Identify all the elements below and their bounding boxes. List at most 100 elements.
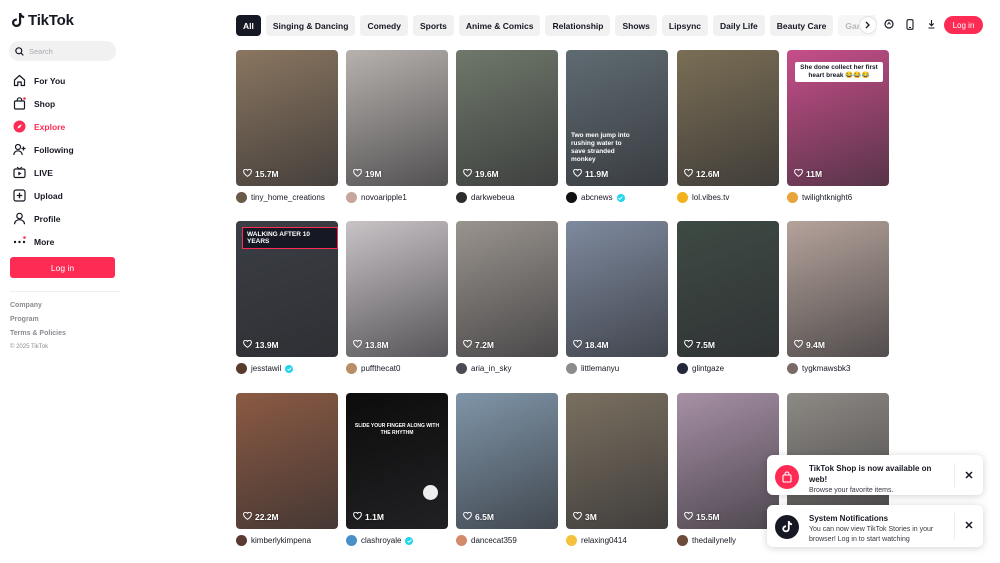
video-card[interactable]: 19M novoaripple1 — [346, 50, 448, 203]
avatar[interactable] — [677, 192, 688, 203]
author-name[interactable]: glintgaze — [692, 364, 724, 373]
video-card[interactable]: SLIDE YOUR FINGER ALONG WITH THE RHYTHM 1… — [346, 393, 448, 546]
avatar[interactable] — [346, 535, 357, 546]
video-card[interactable]: 7.2M aria_in_sky — [456, 221, 558, 374]
nav-item-for-you[interactable]: For You — [10, 69, 120, 92]
video-card[interactable]: 15.5M thedailynelly — [677, 393, 779, 546]
category-chip-beauty-care[interactable]: Beauty Care — [769, 15, 834, 36]
category-chip-relationship[interactable]: Relationship — [545, 15, 611, 36]
video-author[interactable]: relaxing0414 — [566, 535, 627, 546]
video-author[interactable]: tygkmawsbk3 — [787, 363, 850, 374]
avatar[interactable] — [236, 363, 247, 374]
video-card[interactable]: 18.4M littlemanyu — [566, 221, 668, 374]
author-name[interactable]: tiny_home_creations — [251, 193, 325, 202]
video-card[interactable]: 9.4M tygkmawsbk3 — [787, 221, 889, 374]
video-thumbnail[interactable]: 19.6M — [456, 50, 558, 186]
video-thumbnail[interactable]: 3M — [566, 393, 668, 529]
video-thumbnail[interactable]: She done collect her first heart break 😂… — [787, 50, 889, 186]
avatar[interactable] — [456, 535, 467, 546]
video-card[interactable]: 19.6M darkwebeua — [456, 50, 558, 203]
video-author[interactable]: tiny_home_creations — [236, 192, 325, 203]
video-thumbnail[interactable]: Two men jump into rushing water to save … — [566, 50, 668, 186]
video-thumbnail[interactable]: SLIDE YOUR FINGER ALONG WITH THE RHYTHM 1… — [346, 393, 448, 529]
author-name[interactable]: lol.vibes.tv — [692, 193, 729, 202]
video-card[interactable]: 12.6M lol.vibes.tv — [677, 50, 779, 203]
video-thumbnail[interactable]: 7.5M — [677, 221, 779, 357]
video-author[interactable]: aria_in_sky — [456, 363, 511, 374]
footer-link-program[interactable]: Program — [10, 313, 66, 327]
category-chip-shows[interactable]: Shows — [615, 15, 657, 36]
avatar[interactable] — [236, 535, 247, 546]
nav-item-live[interactable]: LIVE — [10, 161, 120, 184]
sidebar-login-button[interactable]: Log in — [10, 257, 115, 278]
video-thumbnail[interactable]: 18.4M — [566, 221, 668, 357]
video-author[interactable]: littlemanyu — [566, 363, 619, 374]
category-chip-all[interactable]: All — [236, 15, 261, 36]
video-author[interactable]: kimberlykimpena — [236, 535, 311, 546]
video-card[interactable]: 15.7M tiny_home_creations — [236, 50, 338, 203]
author-name[interactable]: jesstawil — [251, 364, 281, 373]
video-author[interactable]: clashroyale — [346, 535, 414, 546]
avatar[interactable] — [677, 363, 688, 374]
video-author[interactable]: lol.vibes.tv — [677, 192, 729, 203]
avatar[interactable] — [456, 363, 467, 374]
close-icon[interactable] — [963, 519, 975, 531]
author-name[interactable]: twilightknight6 — [802, 193, 852, 202]
search-input[interactable]: Search — [9, 41, 116, 61]
video-thumbnail[interactable]: 6.5M — [456, 393, 558, 529]
video-card[interactable]: WALKING AFTER 10 YEARS 13.9M jesstawil — [236, 221, 338, 374]
video-author[interactable]: abcnews — [566, 192, 625, 203]
author-name[interactable]: littlemanyu — [581, 364, 619, 373]
nav-item-explore[interactable]: Explore — [10, 115, 120, 138]
author-name[interactable]: darkwebeua — [471, 193, 515, 202]
avatar[interactable] — [787, 192, 798, 203]
video-card[interactable]: She done collect her first heart break 😂… — [787, 50, 889, 203]
video-author[interactable]: darkwebeua — [456, 192, 515, 203]
video-card[interactable]: 7.5M glintgaze — [677, 221, 779, 374]
video-card[interactable]: Two men jump into rushing water to save … — [566, 50, 668, 203]
nav-item-profile[interactable]: Profile — [10, 207, 120, 230]
categories-next-button[interactable] — [859, 16, 877, 34]
avatar[interactable] — [236, 192, 247, 203]
footer-link-terms[interactable]: Terms & Policies — [10, 327, 66, 341]
category-chip-sports[interactable]: Sports — [412, 15, 454, 36]
avatar[interactable] — [566, 363, 577, 374]
category-chip-anime-comics[interactable]: Anime & Comics — [458, 15, 541, 36]
close-icon[interactable] — [963, 469, 975, 481]
header-login-button[interactable]: Log in — [944, 16, 983, 34]
nav-item-more[interactable]: More — [10, 230, 120, 253]
author-name[interactable]: thedailynelly — [692, 536, 736, 545]
video-author[interactable]: novoaripple1 — [346, 192, 407, 203]
author-name[interactable]: dancecat359 — [471, 536, 517, 545]
video-thumbnail[interactable]: 15.7M — [236, 50, 338, 186]
footer-link-company[interactable]: Company — [10, 299, 66, 313]
nav-item-shop[interactable]: Shop — [10, 92, 120, 115]
author-name[interactable]: tygkmawsbk3 — [802, 364, 850, 373]
avatar[interactable] — [346, 192, 357, 203]
video-thumbnail[interactable]: 12.6M — [677, 50, 779, 186]
author-name[interactable]: novoaripple1 — [361, 193, 407, 202]
video-thumbnail[interactable]: WALKING AFTER 10 YEARS 13.9M — [236, 221, 338, 357]
mobile-app-icon[interactable] — [904, 18, 916, 30]
author-name[interactable]: relaxing0414 — [581, 536, 627, 545]
video-thumbnail[interactable]: 7.2M — [456, 221, 558, 357]
video-author[interactable]: jesstawil — [236, 363, 294, 374]
video-thumbnail[interactable]: 13.8M — [346, 221, 448, 357]
video-card[interactable]: 13.8M puffthecat0 — [346, 221, 448, 374]
avatar[interactable] — [456, 192, 467, 203]
author-name[interactable]: aria_in_sky — [471, 364, 511, 373]
video-thumbnail[interactable]: 15.5M — [677, 393, 779, 529]
video-author[interactable]: dancecat359 — [456, 535, 517, 546]
author-name[interactable]: abcnews — [581, 193, 613, 202]
video-card[interactable]: 6.5M dancecat359 — [456, 393, 558, 546]
avatar[interactable] — [566, 192, 577, 203]
nav-item-following[interactable]: Following — [10, 138, 120, 161]
video-author[interactable]: glintgaze — [677, 363, 724, 374]
download-icon[interactable] — [925, 18, 937, 30]
video-thumbnail[interactable]: 19M — [346, 50, 448, 186]
avatar[interactable] — [677, 535, 688, 546]
author-name[interactable]: kimberlykimpena — [251, 536, 311, 545]
video-card[interactable]: 22.2M kimberlykimpena — [236, 393, 338, 546]
author-name[interactable]: puffthecat0 — [361, 364, 400, 373]
avatar[interactable] — [566, 535, 577, 546]
